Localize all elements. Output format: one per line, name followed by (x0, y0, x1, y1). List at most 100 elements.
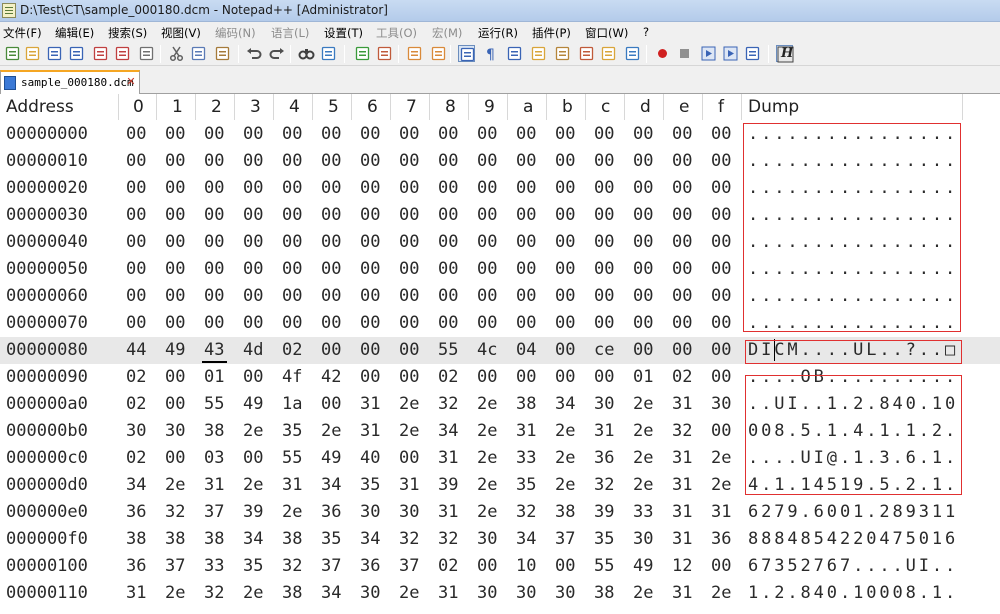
hex-byte[interactable]: 2e (165, 583, 185, 603)
hex-byte[interactable]: 32 (282, 556, 302, 576)
word-wrap-icon[interactable] (458, 45, 475, 62)
hex-byte[interactable]: 42 (321, 367, 341, 387)
hex-byte[interactable]: 55 (594, 556, 614, 576)
hex-byte[interactable]: 00 (321, 178, 341, 198)
tab-sample-file[interactable]: sample_000180.dcm ✕ (0, 70, 140, 94)
hex-byte[interactable]: 2e (477, 394, 497, 414)
hex-byte[interactable]: 00 (477, 205, 497, 225)
hex-byte[interactable]: 00 (321, 151, 341, 171)
hex-byte[interactable]: 00 (633, 232, 653, 252)
hex-byte[interactable]: 34 (243, 529, 263, 549)
hex-byte[interactable]: 30 (477, 583, 497, 603)
user-lang-icon[interactable] (530, 45, 547, 62)
hex-byte[interactable]: 00 (282, 178, 302, 198)
hex-byte[interactable]: 37 (555, 529, 575, 549)
hex-byte[interactable]: 00 (321, 313, 341, 333)
hex-byte[interactable]: 00 (321, 286, 341, 306)
hex-byte[interactable]: 38 (555, 502, 575, 522)
hex-byte[interactable]: 00 (438, 151, 458, 171)
hex-byte[interactable]: 49 (243, 394, 263, 414)
hex-byte[interactable]: 00 (672, 205, 692, 225)
menu-item-12[interactable]: ? (643, 25, 649, 39)
hex-byte[interactable]: 00 (594, 151, 614, 171)
hex-byte[interactable]: 00 (633, 124, 653, 144)
hex-byte[interactable]: 00 (204, 151, 224, 171)
menu-item-4[interactable]: 编码(N) (215, 25, 256, 41)
hex-byte[interactable]: 00 (126, 259, 146, 279)
hex-byte[interactable]: 00 (555, 124, 575, 144)
hex-byte[interactable]: 00 (204, 205, 224, 225)
hex-byte[interactable]: 00 (516, 286, 536, 306)
hex-byte[interactable]: 30 (477, 529, 497, 549)
hex-byte[interactable]: 00 (438, 205, 458, 225)
hex-byte[interactable]: 00 (633, 286, 653, 306)
hex-byte[interactable]: 00 (321, 340, 341, 360)
hex-byte[interactable]: 00 (204, 124, 224, 144)
hex-byte[interactable]: 00 (204, 313, 224, 333)
hex-byte[interactable]: 00 (165, 178, 185, 198)
hex-byte[interactable]: 00 (282, 286, 302, 306)
hex-byte[interactable]: 33 (204, 556, 224, 576)
hex-byte[interactable]: 37 (399, 556, 419, 576)
hex-byte[interactable]: 00 (399, 367, 419, 387)
hex-byte[interactable]: 44 (126, 340, 146, 360)
hex-byte[interactable]: 00 (360, 205, 380, 225)
hex-byte[interactable]: 01 (204, 367, 224, 387)
hex-byte[interactable]: 31 (399, 475, 419, 495)
tab-close-icon[interactable]: ✕ (125, 76, 137, 88)
folder-workspace-icon[interactable] (600, 45, 617, 62)
hex-byte[interactable]: 2e (399, 583, 419, 603)
hex-byte[interactable]: 33 (516, 448, 536, 468)
hex-byte[interactable]: 38 (594, 583, 614, 603)
hex-byte[interactable]: 49 (321, 448, 341, 468)
hex-byte[interactable]: 00 (711, 259, 731, 279)
hex-byte[interactable]: 00 (711, 556, 731, 576)
hex-byte[interactable]: 55 (204, 394, 224, 414)
hex-byte[interactable]: 36 (360, 556, 380, 576)
save-icon[interactable] (46, 45, 63, 62)
hex-byte[interactable]: 10 (516, 556, 536, 576)
hex-byte[interactable]: 32 (438, 529, 458, 549)
hex-byte[interactable]: 4d (243, 340, 263, 360)
hex-byte[interactable]: 2e (555, 448, 575, 468)
hex-byte[interactable]: 00 (243, 259, 263, 279)
hex-byte[interactable]: 00 (204, 286, 224, 306)
hex-byte[interactable]: 00 (165, 448, 185, 468)
hex-byte[interactable]: 00 (321, 232, 341, 252)
hex-byte[interactable]: 04 (516, 340, 536, 360)
hex-byte[interactable]: 00 (399, 259, 419, 279)
hex-byte[interactable]: 49 (165, 340, 185, 360)
hex-byte[interactable]: 2e (399, 394, 419, 414)
hex-byte[interactable]: ce (594, 340, 614, 360)
hex-byte[interactable]: 00 (399, 313, 419, 333)
row-dump[interactable]: 67352767....UI.. (748, 556, 958, 576)
hex-byte[interactable]: 00 (555, 340, 575, 360)
hex-byte[interactable]: 02 (282, 340, 302, 360)
menu-item-1[interactable]: 编辑(E) (55, 25, 94, 41)
row-dump[interactable]: 8884854220475016 (748, 529, 958, 549)
show-all-chars-icon[interactable]: ¶ (482, 45, 499, 62)
hex-byte[interactable]: 33 (633, 502, 653, 522)
hex-byte[interactable]: 32 (165, 502, 185, 522)
cut-icon[interactable] (168, 45, 185, 62)
hex-byte[interactable]: 31 (438, 448, 458, 468)
hex-byte[interactable]: 00 (321, 394, 341, 414)
hex-byte[interactable]: 00 (477, 313, 497, 333)
play-macro-icon[interactable] (700, 45, 717, 62)
hex-byte[interactable]: 00 (477, 178, 497, 198)
hex-byte[interactable]: 00 (165, 313, 185, 333)
hex-byte[interactable]: 55 (438, 340, 458, 360)
hex-byte[interactable]: 00 (594, 259, 614, 279)
hex-byte[interactable]: 00 (126, 205, 146, 225)
hex-byte[interactable]: 31 (204, 475, 224, 495)
menu-item-9[interactable]: 运行(R) (478, 25, 518, 41)
hex-byte[interactable]: 00 (399, 340, 419, 360)
menu-item-7[interactable]: 工具(O) (376, 25, 417, 41)
hex-byte[interactable]: 00 (594, 124, 614, 144)
hex-byte[interactable]: 30 (165, 421, 185, 441)
hex-byte[interactable]: 00 (126, 232, 146, 252)
hex-byte[interactable]: 00 (477, 556, 497, 576)
hex-byte[interactable]: 34 (360, 529, 380, 549)
hex-byte[interactable]: 00 (516, 259, 536, 279)
hex-byte[interactable]: 00 (438, 286, 458, 306)
